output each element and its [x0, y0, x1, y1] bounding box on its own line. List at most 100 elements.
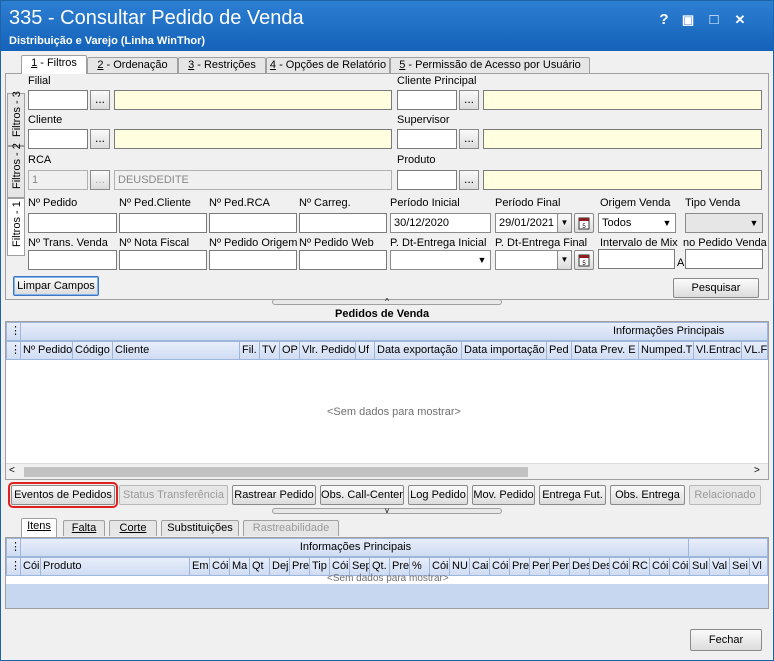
itens-col[interactable]: Vl: [750, 558, 767, 575]
col-numped-t[interactable]: Numped.T: [639, 342, 694, 359]
col-num-pedido[interactable]: Nº Pedido: [21, 342, 73, 359]
col-data-exportacao[interactable]: Data exportação: [375, 342, 462, 359]
produto-code-input[interactable]: [397, 170, 457, 190]
itens-col[interactable]: Cói: [490, 558, 510, 575]
tab-itens[interactable]: Itens: [21, 518, 57, 537]
col-cliente[interactable]: Cliente: [113, 342, 240, 359]
dropdown-arrow-icon[interactable]: ▼: [557, 213, 572, 233]
itens-col[interactable]: Cai: [470, 558, 490, 575]
col-fil[interactable]: Fil.: [240, 342, 260, 359]
num-ped-rca-input[interactable]: [209, 213, 297, 233]
pesquisar-button[interactable]: Pesquisar: [673, 278, 759, 298]
cliente-principal-lookup-button[interactable]: ...: [459, 90, 479, 110]
itens-col[interactable]: Cói: [650, 558, 670, 575]
itens-col[interactable]: Val: [710, 558, 730, 575]
entrega-fut-button[interactable]: Entrega Fut.: [539, 485, 606, 505]
col-tv[interactable]: TV: [260, 342, 280, 359]
pedidos-horizontal-scrollbar[interactable]: < >: [6, 463, 768, 479]
num-nota-fiscal-input[interactable]: [119, 250, 207, 270]
tipo-venda-select[interactable]: ▼: [685, 213, 763, 233]
tab-falta[interactable]: Falta: [63, 520, 105, 536]
itens-col[interactable]: Ma: [230, 558, 250, 575]
itens-col[interactable]: Em: [190, 558, 210, 575]
itens-col[interactable]: Pre: [290, 558, 310, 575]
periodo-inicial-date[interactable]: 30/12/2020: [390, 213, 491, 233]
cliente-principal-code-input[interactable]: [397, 90, 457, 110]
collapse-grip-icon[interactable]: v: [272, 507, 502, 515]
collapse-grip-icon[interactable]: ^: [272, 298, 502, 306]
itens-col[interactable]: Cói: [21, 558, 41, 575]
num-ped-cliente-input[interactable]: [119, 213, 207, 233]
itens-col[interactable]: Des: [590, 558, 610, 575]
dropdown-arrow-icon[interactable]: ▼: [557, 250, 572, 270]
supervisor-code-input[interactable]: [397, 129, 457, 149]
itens-col[interactable]: Per: [530, 558, 550, 575]
itens-col[interactable]: Des: [570, 558, 590, 575]
grid-menu-icon[interactable]: ⋮: [7, 323, 21, 340]
side-tab-filtros-1[interactable]: Filtros - 1: [7, 198, 25, 256]
grid-menu-icon[interactable]: ⋮: [7, 558, 21, 575]
col-codigo[interactable]: Código: [73, 342, 113, 359]
obs-entrega-button[interactable]: Obs. Entrega: [610, 485, 685, 505]
calendar-icon[interactable]: 5: [574, 213, 594, 233]
grid-menu-icon[interactable]: ⋮: [7, 539, 21, 556]
filial-lookup-button[interactable]: ...: [90, 90, 110, 110]
col-data-prev-entrega[interactable]: Data Prev. E: [572, 342, 639, 359]
tab-restricoes[interactable]: 3 - Restrições: [178, 57, 266, 73]
produto-lookup-button[interactable]: ...: [459, 170, 479, 190]
cliente-lookup-button[interactable]: ...: [90, 129, 110, 149]
close-icon[interactable]: ✕: [731, 11, 749, 29]
num-carreg-input[interactable]: [299, 213, 387, 233]
supervisor-lookup-button[interactable]: ...: [459, 129, 479, 149]
scroll-left-icon[interactable]: <: [9, 465, 15, 476]
filial-code-input[interactable]: [28, 90, 88, 110]
limpar-campos-button[interactable]: Limpar Campos: [13, 276, 99, 296]
help-icon[interactable]: ?: [655, 11, 673, 29]
itens-col[interactable]: Cói: [670, 558, 690, 575]
num-pedido-web-input[interactable]: [299, 250, 387, 270]
itens-col[interactable]: NU: [450, 558, 470, 575]
obs-call-center-button[interactable]: Obs. Call-Center: [320, 485, 404, 505]
rastrear-pedido-button[interactable]: Rastrear Pedido: [232, 485, 316, 505]
col-op[interactable]: OP: [280, 342, 300, 359]
fechar-button[interactable]: Fechar: [690, 629, 762, 651]
col-ped[interactable]: Ped: [547, 342, 572, 359]
num-pedido-input[interactable]: [28, 213, 117, 233]
tab-ordenacao[interactable]: 2 - Ordenação: [87, 57, 178, 73]
maximize-icon[interactable]: □: [705, 11, 723, 29]
dt-entrega-inicial-date[interactable]: ▼: [390, 250, 491, 270]
side-tab-filtros-3[interactable]: Filtros - 3: [7, 91, 25, 146]
itens-col[interactable]: Cói: [610, 558, 630, 575]
num-trans-venda-input[interactable]: [28, 250, 117, 270]
itens-col[interactable]: Per: [550, 558, 570, 575]
intervalo-mix-from-input[interactable]: [598, 249, 675, 269]
col-uf[interactable]: Uf: [356, 342, 375, 359]
calendar-icon[interactable]: 5: [574, 250, 594, 270]
origem-venda-select[interactable]: Todos ▼: [598, 213, 676, 233]
itens-col[interactable]: Pre: [510, 558, 530, 575]
tab-filtros[interactable]: 1 - Filtros: [21, 55, 87, 74]
tab-permissao-acesso[interactable]: 5 - Permissão de Acesso por Usuário: [390, 57, 590, 73]
scroll-right-icon[interactable]: >: [754, 465, 760, 476]
grid-menu-icon[interactable]: ⋮: [7, 342, 21, 359]
side-tab-filtros-2[interactable]: Filtros - 2: [7, 143, 25, 198]
col-vlr-pedido[interactable]: Vlr. Pedido: [300, 342, 356, 359]
tab-substituicoes[interactable]: Substituições: [161, 520, 239, 536]
itens-col[interactable]: Cói: [210, 558, 230, 575]
col-data-importacao[interactable]: Data importação: [462, 342, 547, 359]
restore-icon[interactable]: ▣: [679, 11, 697, 29]
itens-col[interactable]: RC: [630, 558, 650, 575]
eventos-pedidos-button[interactable]: Eventos de Pedidos: [8, 482, 118, 508]
intervalo-mix-to-input[interactable]: [685, 249, 763, 269]
col-vl-entrada[interactable]: Vl.Entrac: [694, 342, 742, 359]
itens-col[interactable]: Dej: [270, 558, 290, 575]
col-vl-f[interactable]: VL.F: [742, 342, 767, 359]
tab-opcoes-relatorio[interactable]: 4 - Opções de Relatório: [266, 57, 390, 73]
scrollbar-thumb[interactable]: [24, 467, 528, 477]
cliente-code-input[interactable]: [28, 129, 88, 149]
mov-pedido-button[interactable]: Mov. Pedido: [472, 485, 535, 505]
tab-corte[interactable]: Corte: [109, 520, 157, 536]
itens-col[interactable]: Qt: [250, 558, 270, 575]
itens-col[interactable]: Sul: [690, 558, 710, 575]
itens-col-produto[interactable]: Produto: [41, 558, 190, 575]
